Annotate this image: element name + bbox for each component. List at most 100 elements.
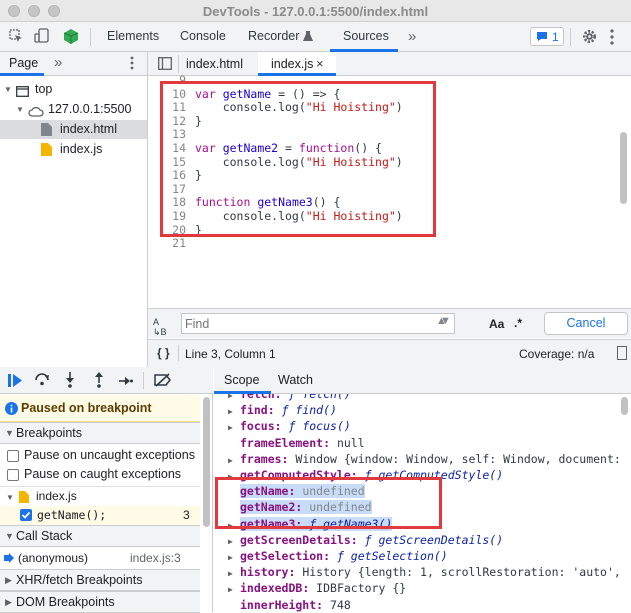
tab-page[interactable]: Page bbox=[9, 56, 38, 70]
resume-icon[interactable] bbox=[8, 374, 22, 387]
collapse-triangle-icon: ▼ bbox=[5, 531, 14, 541]
pause-caught-label: Pause on caught exceptions bbox=[24, 467, 182, 481]
colon: : bbox=[281, 451, 296, 466]
expand-triangle-icon: ▶ bbox=[5, 575, 12, 585]
tab-scope[interactable]: Scope bbox=[224, 373, 259, 387]
cancel-label: Cancel bbox=[566, 316, 606, 330]
more-tabs-icon[interactable]: » bbox=[408, 28, 416, 45]
call-frame[interactable]: (anonymous) index.js:3 bbox=[0, 548, 200, 568]
editor-scrollbar[interactable] bbox=[620, 132, 627, 204]
find-input-box[interactable]: ▲ bbox=[181, 313, 455, 334]
editor-tab-index-js[interactable]: index.js bbox=[271, 57, 313, 71]
section-xhr-breakpoints[interactable]: ▶ XHR/fetch Breakpoints bbox=[0, 569, 200, 591]
nav-more-options-icon[interactable] bbox=[130, 56, 134, 70]
tree-item-index-html[interactable]: index.html bbox=[0, 120, 147, 139]
section-breakpoints[interactable]: ▼ Breakpoints bbox=[0, 422, 200, 444]
breakpoint-entry[interactable]: getName(); 3 bbox=[0, 506, 200, 525]
tab-sources[interactable]: Sources bbox=[343, 29, 389, 43]
node-cube-icon[interactable] bbox=[63, 28, 79, 45]
pause-uncaught-label: Pause on uncaught exceptions bbox=[24, 448, 195, 462]
cursor-position: Line 3, Column 1 bbox=[185, 347, 276, 361]
issues-badge[interactable]: 1 bbox=[530, 27, 564, 46]
tree-item-top[interactable]: ▼ top bbox=[0, 80, 147, 99]
expand-triangle-icon[interactable]: ▼ bbox=[4, 80, 12, 99]
tab-console[interactable]: Console bbox=[180, 29, 226, 43]
breakpoint-checkbox-icon[interactable] bbox=[20, 509, 32, 521]
pretty-print-icon[interactable]: { } bbox=[157, 346, 170, 360]
scope-property-value: ƒ getSelection() bbox=[336, 549, 448, 563]
debugger-sidebar: Paused on breakpoint ▼ Breakpoints Pause … bbox=[0, 367, 213, 613]
breakpoint-file-triangle-icon[interactable]: ▼ bbox=[6, 493, 14, 502]
scope-property-row[interactable]: ▶ frames: Window {window: Window, self: W… bbox=[228, 451, 619, 467]
html-file-icon bbox=[41, 123, 52, 136]
cancel-button[interactable]: Cancel bbox=[544, 312, 628, 335]
inspect-element-icon[interactable] bbox=[9, 29, 23, 43]
issues-message-icon bbox=[536, 31, 548, 42]
regex-button[interactable]: .* bbox=[514, 316, 522, 330]
scope-property-row[interactable]: ▶ focus: ƒ focus() bbox=[228, 418, 351, 434]
tree-item-host[interactable]: ▼ 127.0.0.1:5500 bbox=[0, 100, 147, 119]
line-number[interactable]: 21 bbox=[148, 236, 186, 250]
replace-toggle-icon[interactable]: A ↳B bbox=[153, 317, 167, 338]
debugger-toolbar-separator bbox=[143, 372, 144, 389]
scope-property-value: null bbox=[336, 435, 365, 450]
tab-recorder[interactable]: Recorder bbox=[248, 29, 299, 43]
scope-property-name: getSelection bbox=[240, 549, 324, 563]
code-highlight-box bbox=[160, 81, 436, 237]
scope-tabs: Scope Watch bbox=[214, 367, 631, 394]
device-toolbar-icon[interactable] bbox=[34, 28, 50, 44]
scope-property-value: ƒ getScreenDetails() bbox=[364, 532, 504, 547]
scope-scrollbar[interactable] bbox=[621, 397, 628, 415]
more-options-icon[interactable] bbox=[610, 29, 614, 45]
section-call-stack[interactable]: ▼ Call Stack bbox=[0, 525, 200, 547]
toggle-navigator-icon[interactable] bbox=[158, 57, 172, 70]
scope-property-row[interactable]: ▶ getScreenDetails: ƒ getScreenDetails() bbox=[228, 532, 503, 548]
collapse-triangle-icon: ▼ bbox=[5, 428, 14, 438]
tree-item-index-js[interactable]: index.js bbox=[0, 140, 147, 159]
colon: : bbox=[274, 394, 289, 401]
step-out-icon[interactable] bbox=[94, 372, 104, 388]
toolbar-separator bbox=[90, 28, 91, 46]
step-icon[interactable] bbox=[119, 375, 133, 385]
scope-property-row[interactable]: ▶ find: ƒ find() bbox=[228, 402, 337, 418]
find-next-icon[interactable]: ▼ bbox=[440, 315, 451, 327]
find-input[interactable] bbox=[182, 314, 432, 333]
settings-gear-icon[interactable] bbox=[582, 29, 597, 44]
window-title: DevTools - 127.0.0.1:5500/index.html bbox=[202, 4, 429, 19]
issues-count: 1 bbox=[552, 30, 559, 44]
step-into-icon[interactable] bbox=[65, 372, 75, 388]
coverage-toggle-icon[interactable] bbox=[617, 346, 627, 360]
tree-label-index-js: index.js bbox=[60, 142, 103, 156]
breakpoint-code: getName(); bbox=[37, 508, 107, 522]
scope-property-row[interactable]: ▶ history: History {length: 1, scrollRest… bbox=[228, 564, 619, 580]
scope-property-row[interactable]: frameElement: null bbox=[228, 435, 365, 451]
tab-elements[interactable]: Elements bbox=[107, 29, 159, 43]
scope-property-row[interactable]: ▶ fetch: ƒ fetch() bbox=[228, 394, 351, 402]
debugger-sidebar-scrollbar[interactable] bbox=[203, 397, 210, 527]
pause-caught-checkbox[interactable] bbox=[7, 469, 19, 481]
scope-property-row[interactable]: innerHeight: 748 bbox=[228, 597, 351, 612]
scope-property-name: indexedDB bbox=[240, 581, 303, 596]
section-dom-label: DOM Breakpoints bbox=[16, 595, 115, 609]
pause-uncaught-checkbox[interactable] bbox=[7, 450, 19, 462]
step-over-icon[interactable] bbox=[34, 372, 50, 386]
editor-tab-index-html[interactable]: index.html bbox=[186, 57, 243, 71]
section-dom-breakpoints[interactable]: ▶ DOM Breakpoints bbox=[0, 591, 200, 613]
scope-property-value: Window {window: Window, self: Window, do… bbox=[295, 451, 619, 466]
expand-triangle-icon[interactable]: ▼ bbox=[16, 100, 24, 119]
match-case-button[interactable]: Aa bbox=[489, 317, 504, 331]
close-tab-icon[interactable]: × bbox=[316, 56, 324, 71]
find-bar: A↳B ▲ ▼ Aa .* Cancel bbox=[148, 308, 631, 338]
deactivate-breakpoints-icon[interactable] bbox=[154, 373, 172, 387]
call-frame-name: (anonymous) bbox=[18, 551, 89, 565]
more-nav-tabs-icon[interactable]: » bbox=[54, 54, 62, 71]
colon: : bbox=[350, 532, 365, 547]
scope-property-row[interactable]: ▶ indexedDB: IDBFactory {} bbox=[228, 580, 406, 596]
editor-status-bar: { } Line 3, Column 1 Coverage: n/a bbox=[148, 339, 631, 367]
tab-watch[interactable]: Watch bbox=[278, 373, 313, 387]
paused-message: Paused on breakpoint bbox=[21, 401, 152, 415]
expand-triangle-icon: ▶ bbox=[5, 597, 12, 607]
toolbar-separator bbox=[570, 28, 571, 46]
scope-property-row[interactable]: ▶ getSelection: ƒ getSelection() bbox=[228, 548, 448, 564]
scope-property-name: focus bbox=[240, 419, 275, 434]
